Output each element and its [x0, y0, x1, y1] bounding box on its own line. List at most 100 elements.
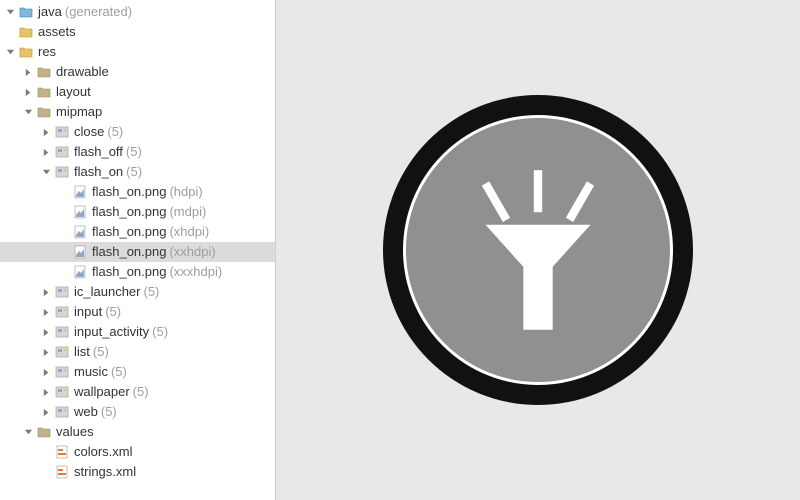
- tree-row[interactable]: strings.xml: [0, 462, 275, 482]
- tree-label: web: [74, 402, 98, 422]
- image-set-icon: [54, 164, 70, 180]
- chevron-right-icon[interactable]: [40, 406, 52, 418]
- image-file-icon: [72, 204, 88, 220]
- tree-label: ic_launcher: [74, 282, 141, 302]
- chevron-down-icon[interactable]: [4, 46, 16, 58]
- image-set-icon: [54, 144, 70, 160]
- tree-qualifier: (xxhdpi): [169, 242, 215, 262]
- image-set-icon: [54, 404, 70, 420]
- chevron-right-icon[interactable]: [40, 286, 52, 298]
- tree-row[interactable]: flash_on.png(xhdpi): [0, 222, 275, 242]
- tree-row[interactable]: values: [0, 422, 275, 442]
- tree-row[interactable]: drawable: [0, 62, 275, 82]
- tree-row[interactable]: flash_on.png(hdpi): [0, 182, 275, 202]
- tree-qualifier: (5): [152, 322, 168, 342]
- tree-qualifier: (xxxhdpi): [169, 262, 222, 282]
- tree-label: drawable: [56, 62, 109, 82]
- folder-icon: [36, 64, 52, 80]
- arrow-spacer: [58, 186, 70, 198]
- xml-file-icon: [54, 444, 70, 460]
- chevron-right-icon[interactable]: [22, 86, 34, 98]
- tree-label: mipmap: [56, 102, 102, 122]
- tree-row[interactable]: mipmap: [0, 102, 275, 122]
- chevron-right-icon[interactable]: [40, 306, 52, 318]
- chevron-down-icon[interactable]: [22, 426, 34, 438]
- chevron-right-icon[interactable]: [40, 346, 52, 358]
- tree-row[interactable]: flash_on(5): [0, 162, 275, 182]
- chevron-right-icon[interactable]: [40, 326, 52, 338]
- tree-label: flash_on.png: [92, 242, 166, 262]
- tree-qualifier: (generated): [65, 2, 132, 22]
- tree-label: list: [74, 342, 90, 362]
- tree-qualifier: (5): [111, 362, 127, 382]
- chevron-right-icon[interactable]: [22, 66, 34, 78]
- tree-row[interactable]: res: [0, 42, 275, 62]
- arrow-spacer: [4, 26, 16, 38]
- tree-qualifier: (5): [105, 302, 121, 322]
- arrow-spacer: [40, 466, 52, 478]
- tree-qualifier: (5): [126, 162, 142, 182]
- java-folder-icon: [18, 4, 34, 20]
- tree-qualifier: (5): [126, 142, 142, 162]
- tree-qualifier: (hdpi): [169, 182, 202, 202]
- chevron-right-icon[interactable]: [40, 386, 52, 398]
- tree-qualifier: (mdpi): [169, 202, 206, 222]
- tree-label: input: [74, 302, 102, 322]
- tree-row[interactable]: java(generated): [0, 2, 275, 22]
- tree-qualifier: (xhdpi): [169, 222, 209, 242]
- chevron-down-icon[interactable]: [22, 106, 34, 118]
- file-tree[interactable]: java(generated)assetsresdrawablelayoutmi…: [0, 0, 276, 500]
- tree-row[interactable]: web(5): [0, 402, 275, 422]
- tree-row[interactable]: list(5): [0, 342, 275, 362]
- res-folder-icon: [18, 24, 34, 40]
- image-set-icon: [54, 124, 70, 140]
- arrow-spacer: [58, 226, 70, 238]
- tree-row[interactable]: ic_launcher(5): [0, 282, 275, 302]
- tree-label: flash_off: [74, 142, 123, 162]
- tree-row[interactable]: close(5): [0, 122, 275, 142]
- tree-qualifier: (5): [144, 282, 160, 302]
- tree-label: res: [38, 42, 56, 62]
- res-folder-icon: [18, 44, 34, 60]
- tree-row[interactable]: layout: [0, 82, 275, 102]
- tree-row[interactable]: flash_on.png(mdpi): [0, 202, 275, 222]
- image-set-icon: [54, 284, 70, 300]
- tree-label: music: [74, 362, 108, 382]
- chevron-right-icon[interactable]: [40, 146, 52, 158]
- tree-label: java: [38, 2, 62, 22]
- tree-row[interactable]: assets: [0, 22, 275, 42]
- chevron-right-icon[interactable]: [40, 126, 52, 138]
- chevron-down-icon[interactable]: [40, 166, 52, 178]
- tree-row[interactable]: wallpaper(5): [0, 382, 275, 402]
- tree-label: colors.xml: [74, 442, 133, 462]
- tree-row[interactable]: flash_off(5): [0, 142, 275, 162]
- image-file-icon: [72, 224, 88, 240]
- tree-label: assets: [38, 22, 76, 42]
- tree-row[interactable]: input_activity(5): [0, 322, 275, 342]
- tree-row[interactable]: colors.xml: [0, 442, 275, 462]
- chevron-down-icon[interactable]: [4, 6, 16, 18]
- flashlight-icon: [383, 95, 693, 405]
- xml-file-icon: [54, 464, 70, 480]
- tree-row[interactable]: flash_on.png(xxxhdpi): [0, 262, 275, 282]
- image-set-icon: [54, 304, 70, 320]
- tree-label: layout: [56, 82, 91, 102]
- tree-label: values: [56, 422, 94, 442]
- tree-label: input_activity: [74, 322, 149, 342]
- image-preview: [276, 0, 800, 500]
- tree-row[interactable]: input(5): [0, 302, 275, 322]
- tree-qualifier: (5): [93, 342, 109, 362]
- image-set-icon: [54, 364, 70, 380]
- arrow-spacer: [40, 446, 52, 458]
- arrow-spacer: [58, 206, 70, 218]
- tree-label: flash_on.png: [92, 262, 166, 282]
- tree-label: wallpaper: [74, 382, 130, 402]
- chevron-right-icon[interactable]: [40, 366, 52, 378]
- tree-label: flash_on.png: [92, 202, 166, 222]
- tree-label: flash_on.png: [92, 222, 166, 242]
- tree-row[interactable]: music(5): [0, 362, 275, 382]
- arrow-spacer: [58, 266, 70, 278]
- tree-qualifier: (5): [133, 382, 149, 402]
- tree-label: flash_on.png: [92, 182, 166, 202]
- tree-row[interactable]: flash_on.png(xxhdpi): [0, 242, 275, 262]
